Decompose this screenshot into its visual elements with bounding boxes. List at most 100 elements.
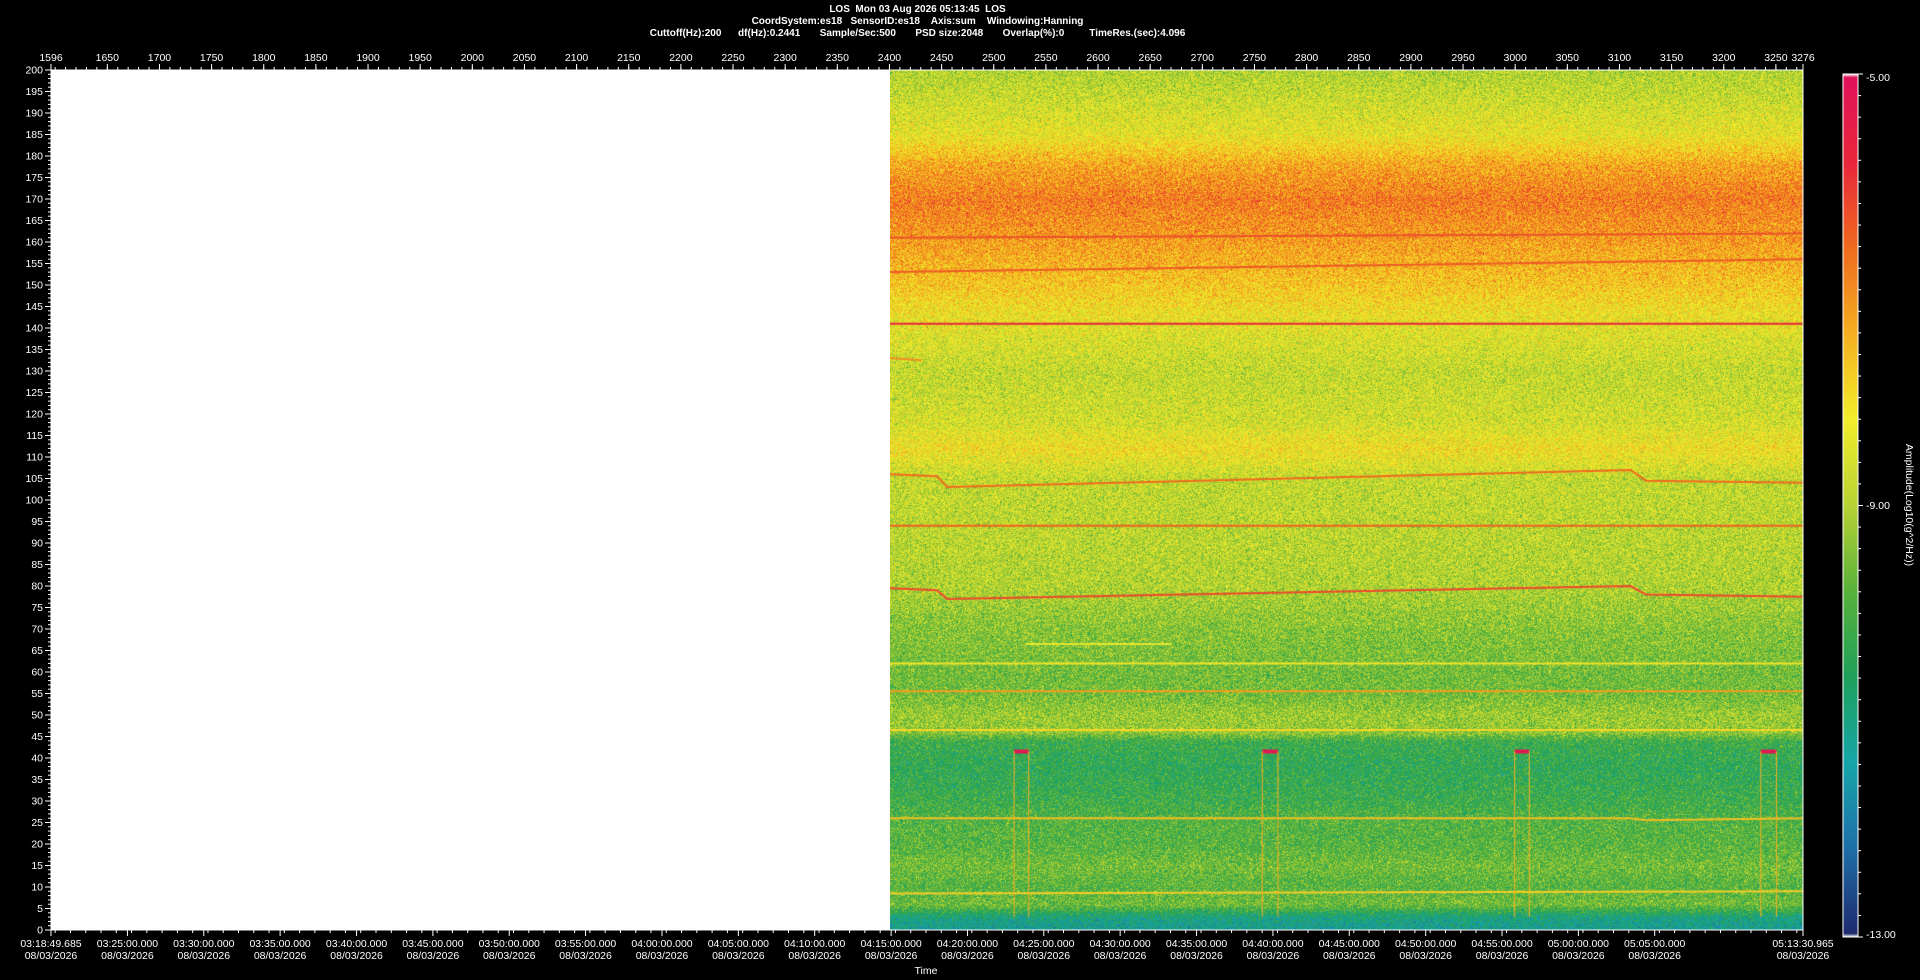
y-axis-tick-label: 170	[25, 194, 43, 206]
top-axis-tick-label: 1850	[304, 52, 328, 64]
y-axis-tick-label: 160	[25, 237, 43, 249]
time-axis-tick-date: 08/03/2026	[1628, 950, 1681, 962]
y-axis-tick-label: 105	[25, 473, 43, 485]
y-axis-tick-label: 130	[25, 366, 43, 378]
time-axis-tick-time: 04:35:00.000	[1166, 938, 1227, 950]
bottom-axis: 03:18:49.68508/03/202603:25:00.00008/03/…	[20, 930, 1834, 962]
y-axis-tick-label: 195	[25, 86, 43, 98]
time-axis-tick-time: 04:05:00.000	[708, 938, 769, 950]
y-axis-tick-label: 115	[26, 430, 43, 442]
top-axis-tick-label: 2850	[1347, 52, 1371, 64]
time-axis-tick-time: 03:55:00.000	[555, 938, 616, 950]
top-axis-tick-label: 2450	[930, 52, 954, 64]
colorbar-min-label: -13.00	[1866, 929, 1896, 941]
time-axis-tick-date: 08/03/2026	[1170, 950, 1223, 962]
colorbar-label: Amplitude(Log10(g^2/Hz))	[1903, 444, 1915, 566]
y-axis-tick-label: 185	[25, 129, 43, 141]
y-axis-tick-label: 190	[25, 108, 43, 120]
time-axis-tick-date: 08/03/2026	[254, 950, 307, 962]
y-axis-tick-label: 5	[37, 903, 43, 915]
top-axis-tick-label: 1650	[96, 52, 120, 64]
y-axis-tick-label: 120	[25, 409, 43, 421]
top-axis-tick-label: 2300	[773, 52, 797, 64]
spectrogram-chart[interactable]: 1596 1650 1700 1750 1800 1850 1900 1950 2000 2050…	[0, 0, 1920, 980]
top-axis-tick-label: 1596	[39, 52, 63, 64]
top-axis-tick-label: 1950	[408, 52, 432, 64]
time-axis-tick-date: 08/03/2026	[1323, 950, 1376, 962]
top-axis-tick-label: 3150	[1660, 52, 1684, 64]
y-axis-tick-label: 30	[31, 796, 43, 808]
time-axis-tick-date: 08/03/2026	[407, 950, 460, 962]
time-axis-tick-time: 04:50:00.000	[1395, 938, 1456, 950]
top-axis-tick-label: 2700	[1191, 52, 1215, 64]
y-axis-tick-label: 40	[31, 753, 43, 765]
time-axis-tick-time: 05:13:30.965	[1772, 938, 1833, 950]
time-axis-tick-time: 05:05:00.000	[1624, 938, 1685, 950]
top-axis-tick-label: 3250	[1764, 52, 1788, 64]
top-axis-tick-label: 1900	[356, 52, 380, 64]
y-axis-tick-label: 150	[25, 280, 43, 292]
left-axis: 0 5 10 15 20 25 30 35 40 45 50 55 60 65 70 75 80 85 90 95 10…	[25, 65, 51, 937]
time-axis-tick-time: 04:20:00.000	[937, 938, 998, 950]
top-axis-tick-label: 2400	[878, 52, 902, 64]
top-axis-tick-label: 2950	[1451, 52, 1475, 64]
y-axis-tick-label: 155	[25, 258, 43, 270]
time-axis-tick-time: 05:00:00.000	[1548, 938, 1609, 950]
y-axis-tick-label: 60	[31, 667, 43, 679]
top-axis-tick-label: 2250	[721, 52, 745, 64]
time-axis-tick-time: 03:35:00.000	[249, 938, 310, 950]
time-axis-tick-time: 03:40:00.000	[326, 938, 387, 950]
top-axis-tick-label: 2900	[1399, 52, 1423, 64]
top-axis-tick-label: 2200	[669, 52, 693, 64]
y-axis-tick-label: 50	[31, 710, 43, 722]
y-axis-tick-label: 125	[25, 387, 43, 399]
top-axis-tick-label: 2000	[461, 52, 485, 64]
y-axis-tick-label: 110	[26, 452, 43, 464]
top-axis-tick-label: 2650	[1138, 52, 1162, 64]
y-axis-tick-label: 70	[31, 624, 43, 636]
time-axis-tick-time: 04:25:00.000	[1013, 938, 1074, 950]
time-axis-tick-date: 08/03/2026	[1018, 950, 1071, 962]
top-axis-tick-label: 3000	[1503, 52, 1527, 64]
top-axis-tick-label: 1700	[148, 52, 172, 64]
y-axis-tick-label: 55	[31, 688, 43, 700]
y-axis-tick-label: 0	[37, 925, 43, 937]
top-axis-tick-label: 2500	[982, 52, 1006, 64]
top-axis-tick-label: 1800	[252, 52, 276, 64]
time-axis-tick-time: 03:45:00.000	[402, 938, 463, 950]
time-axis-tick-time: 04:00:00.000	[631, 938, 692, 950]
top-axis-tick-label: 2600	[1086, 52, 1110, 64]
time-axis-tick-date: 08/03/2026	[1476, 950, 1529, 962]
time-axis-tick-time: 03:30:00.000	[173, 938, 234, 950]
x-axis-label: Time	[915, 965, 938, 977]
time-axis-tick-time: 03:18:49.685	[20, 938, 81, 950]
time-axis-tick-date: 08/03/2026	[25, 950, 78, 962]
y-axis-tick-label: 65	[31, 645, 43, 657]
time-axis-tick-time: 03:50:00.000	[479, 938, 540, 950]
top-axis-tick-label: 2350	[826, 52, 850, 64]
colorbar-ticks	[1858, 73, 1863, 938]
colorbar	[1842, 73, 1859, 938]
time-axis-tick-time: 03:25:00.000	[97, 938, 158, 950]
time-axis-tick-date: 08/03/2026	[712, 950, 765, 962]
y-axis-tick-label: 85	[31, 559, 43, 571]
time-axis-tick-time: 04:45:00.000	[1319, 938, 1380, 950]
top-axis-tick-label: 2800	[1295, 52, 1319, 64]
top-axis: 1596 1650 1700 1750 1800 1850 1900 1950 2000 2050…	[39, 52, 1815, 70]
time-axis-tick-date: 08/03/2026	[1094, 950, 1147, 962]
y-axis-tick-label: 25	[31, 817, 43, 829]
time-axis-tick-time: 04:55:00.000	[1471, 938, 1532, 950]
y-axis-tick-label: 45	[31, 731, 43, 743]
y-axis-tick-label: 95	[31, 516, 43, 528]
top-axis-tick-label: 3050	[1556, 52, 1580, 64]
time-axis-tick-date: 08/03/2026	[559, 950, 612, 962]
top-axis-tick-label: 2050	[513, 52, 537, 64]
time-axis-tick-date: 08/03/2026	[177, 950, 230, 962]
colorbar-max-label: -5.00	[1866, 72, 1890, 84]
y-axis-tick-label: 145	[25, 301, 43, 313]
time-axis-tick-date: 08/03/2026	[636, 950, 689, 962]
y-axis-tick-label: 90	[31, 538, 43, 550]
y-axis-tick-label: 10	[31, 882, 43, 894]
y-axis-tick-label: 140	[25, 323, 43, 335]
time-axis-tick-date: 08/03/2026	[788, 950, 841, 962]
